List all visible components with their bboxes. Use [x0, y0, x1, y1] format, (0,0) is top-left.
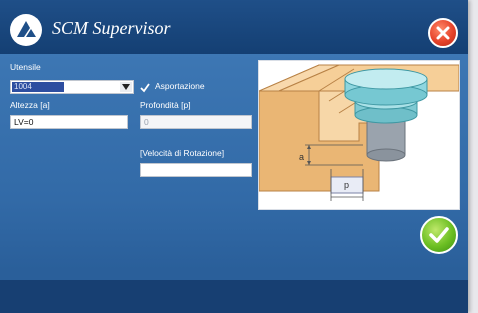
removal-label: Asportazione	[155, 81, 205, 91]
close-button[interactable]	[428, 18, 458, 48]
window-title: SCM Supervisor	[52, 18, 171, 38]
tool-selected-value: 1004	[12, 82, 64, 92]
height-label: Altezza [a]	[10, 100, 50, 110]
checkmark-icon	[429, 227, 449, 243]
chevron-down-icon	[122, 84, 130, 90]
tool-select[interactable]: 1004	[10, 80, 134, 94]
depth-label: Profondità [p]	[140, 100, 191, 110]
speed-label: [Velocità di Rotazione]	[140, 148, 225, 158]
supervisor-window: SCM Supervisor Utensile 1004 Asportazion…	[0, 0, 468, 313]
tool-illustration: a p	[258, 60, 460, 210]
height-input[interactable]: LV=0	[10, 115, 128, 129]
speed-input[interactable]	[140, 163, 252, 177]
dropdown-arrow[interactable]	[120, 82, 132, 92]
tool-label: Utensile	[10, 62, 41, 72]
bottom-bar	[0, 280, 468, 313]
depth-input[interactable]: 0	[140, 115, 252, 129]
close-icon	[436, 26, 450, 40]
checkmark-icon	[140, 83, 150, 93]
dimension-p-label: p	[344, 180, 350, 190]
removal-checkbox[interactable]	[140, 80, 150, 93]
confirm-button[interactable]	[420, 216, 458, 254]
title-bar: SCM Supervisor	[0, 0, 468, 54]
dimension-a-label: a	[299, 152, 305, 162]
scm-logo-icon	[10, 14, 42, 46]
